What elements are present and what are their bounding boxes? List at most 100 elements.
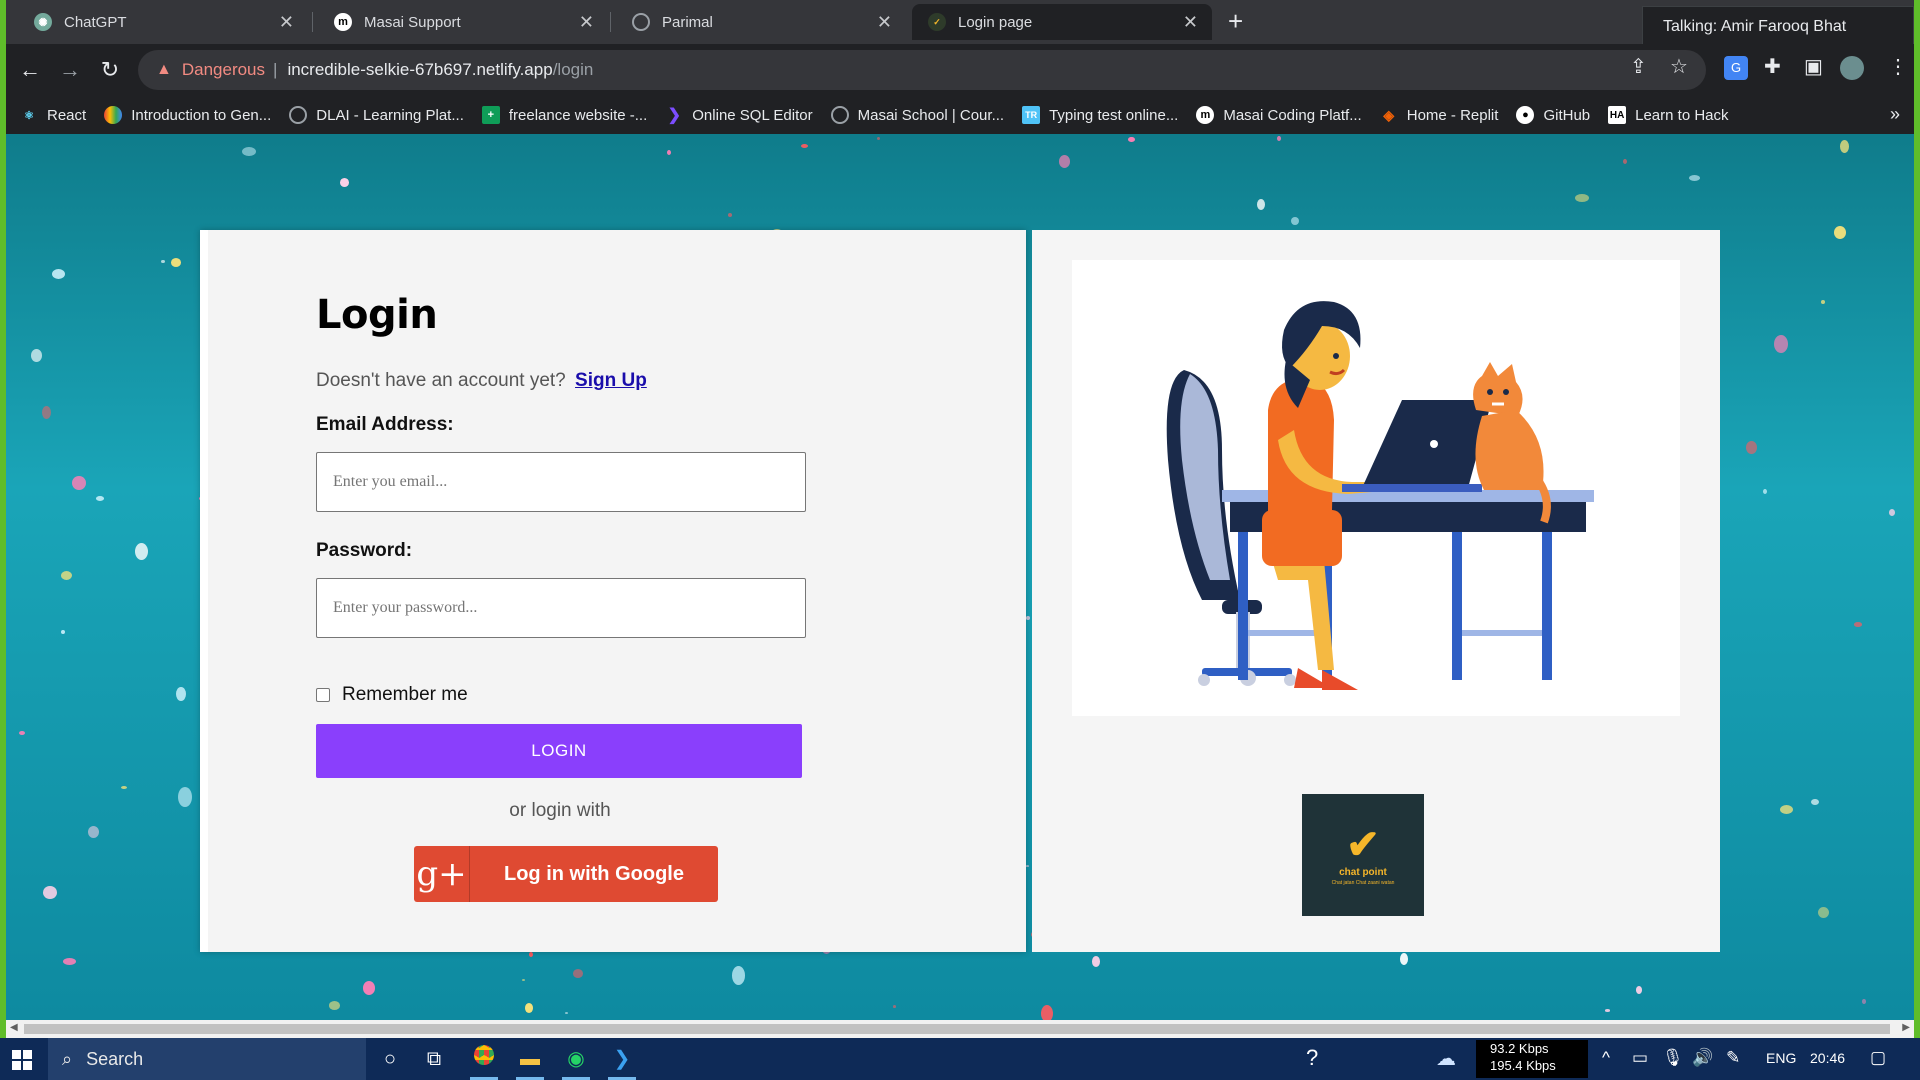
new-tab-button[interactable]: + bbox=[1228, 6, 1243, 36]
bookmark-label: Typing test online... bbox=[1049, 106, 1179, 124]
notifications-icon[interactable]: ▢ bbox=[1870, 1048, 1886, 1068]
chevron-up-icon[interactable]: ^ bbox=[1602, 1048, 1610, 1068]
or-login-with-text: or login with bbox=[509, 800, 611, 821]
cortana-icon[interactable]: ○ bbox=[372, 1044, 408, 1074]
typing-icon: TR bbox=[1022, 106, 1041, 124]
masai-icon: m bbox=[1196, 106, 1215, 124]
confetti-dot bbox=[573, 969, 583, 978]
windows-taskbar: ⌕ Search ○ ⧉ ▬ ◉ ❯ ? ☁ 93.2 Kbps 195.4 K… bbox=[0, 1038, 1920, 1080]
help-icon[interactable]: ? bbox=[1306, 1045, 1318, 1071]
bookmark-github[interactable]: ● GitHub bbox=[1516, 106, 1590, 124]
close-tab-icon[interactable]: ✕ bbox=[579, 12, 594, 33]
confetti-dot bbox=[1811, 799, 1819, 806]
close-tab-icon[interactable]: ✕ bbox=[279, 12, 294, 33]
illustration-svg bbox=[1166, 301, 1594, 690]
bookmark-learn-to-hack[interactable]: HA Learn to Hack bbox=[1608, 106, 1729, 124]
windows-start-icon[interactable] bbox=[12, 1050, 32, 1070]
back-icon[interactable]: ← bbox=[16, 56, 44, 84]
confetti-dot bbox=[52, 269, 65, 279]
confetti-dot bbox=[242, 147, 256, 157]
confetti-dot bbox=[1257, 199, 1265, 211]
whatsapp-icon[interactable]: ◉ bbox=[558, 1044, 594, 1080]
bookmark-intro-gen[interactable]: Introduction to Gen... bbox=[104, 106, 271, 124]
google-login-button[interactable]: g+ Log in with Google bbox=[414, 846, 718, 902]
bookmark-freelance[interactable]: + freelance website -... bbox=[481, 106, 647, 124]
confetti-dot bbox=[1862, 999, 1866, 1004]
side-panel-icon[interactable]: ▣ bbox=[1804, 54, 1823, 79]
github-icon: ● bbox=[1516, 106, 1535, 124]
forward-icon[interactable]: → bbox=[56, 56, 84, 84]
vscode-icon[interactable]: ❯ bbox=[604, 1044, 640, 1080]
confetti-dot bbox=[1854, 622, 1862, 627]
confetti-dot bbox=[1834, 226, 1846, 239]
battery-icon[interactable]: ▭ bbox=[1632, 1048, 1648, 1068]
bookmark-dlai[interactable]: DLAI - Learning Plat... bbox=[289, 106, 464, 124]
bookmark-typing-test[interactable]: TR Typing test online... bbox=[1022, 106, 1178, 124]
warning-icon[interactable]: ▲ bbox=[156, 61, 172, 79]
plus-sheet-icon: + bbox=[481, 106, 500, 124]
tab-login-page[interactable]: ✓ Login page ✕ bbox=[912, 4, 1212, 40]
login-card: Login Doesn't have an account yet? Sign … bbox=[200, 230, 1026, 952]
taskbar-search[interactable]: ⌕ Search bbox=[48, 1038, 366, 1080]
brand-tagline: Chat jatan Chat zaani watan bbox=[1331, 879, 1395, 886]
confetti-dot bbox=[1277, 136, 1281, 142]
email-field[interactable] bbox=[316, 452, 806, 512]
tab-parimal[interactable]: Parimal ✕ bbox=[616, 4, 906, 40]
file-explorer-icon[interactable]: ▬ bbox=[512, 1044, 548, 1080]
scroll-left-icon[interactable]: ◀ bbox=[10, 1022, 18, 1033]
confetti-dot bbox=[176, 687, 186, 702]
confetti-dot bbox=[31, 349, 42, 363]
replit-icon: ◈ bbox=[1383, 106, 1395, 123]
tab-title: Parimal bbox=[662, 13, 713, 31]
confetti-dot bbox=[329, 1001, 340, 1010]
scroll-right-icon[interactable]: ▶ bbox=[1902, 1022, 1910, 1033]
extensions-icon[interactable]: ✚ bbox=[1764, 54, 1781, 79]
microphone-icon[interactable]: 🎙 bbox=[1662, 1048, 1684, 1068]
globe-icon bbox=[632, 13, 650, 31]
horizontal-scrollbar[interactable]: ◀ ▶ bbox=[6, 1020, 1914, 1038]
scrollbar-thumb[interactable] bbox=[24, 1024, 1890, 1034]
security-status[interactable]: Dangerous bbox=[182, 60, 265, 80]
task-view-icon[interactable]: ⧉ bbox=[416, 1044, 452, 1074]
confetti-dot bbox=[363, 981, 375, 995]
reload-icon[interactable]: ↻ bbox=[96, 56, 124, 84]
avatar[interactable] bbox=[1840, 56, 1864, 80]
bookmark-react[interactable]: ⚛ React bbox=[20, 106, 86, 124]
login-button[interactable]: LOGIN bbox=[316, 724, 802, 778]
bookmark-label: Learn to Hack bbox=[1635, 106, 1729, 124]
signup-link[interactable]: Sign Up bbox=[575, 370, 647, 391]
menu-icon[interactable]: ⋮ bbox=[1888, 54, 1908, 79]
share-icon[interactable]: ⇪ bbox=[1630, 54, 1647, 79]
clock[interactable]: 20:46 bbox=[1810, 1050, 1845, 1066]
confetti-dot bbox=[1128, 137, 1135, 143]
close-tab-icon[interactable]: ✕ bbox=[877, 12, 892, 33]
bookmark-masai-coding[interactable]: m Masai Coding Platf... bbox=[1196, 106, 1362, 124]
google-login-label: Log in with Google bbox=[504, 862, 684, 885]
password-field[interactable] bbox=[316, 578, 806, 638]
bookmark-masai-school[interactable]: Masai School | Cour... bbox=[830, 106, 1004, 124]
chat-point-logo: ✔ chat point Chat jatan Chat zaani watan bbox=[1302, 794, 1424, 916]
confetti-dot bbox=[1763, 489, 1767, 495]
confetti-dot bbox=[1400, 953, 1408, 965]
bookmark-star-icon[interactable]: ☆ bbox=[1670, 54, 1688, 79]
bookmark-label: Introduction to Gen... bbox=[131, 106, 272, 124]
bookmark-replit[interactable]: ◈ Home - Replit bbox=[1380, 106, 1498, 124]
remember-me-checkbox[interactable] bbox=[316, 688, 330, 702]
language-indicator[interactable]: ENG bbox=[1766, 1050, 1796, 1066]
address-bar[interactable]: ▲ Dangerous | incredible-selkie-67b697.n… bbox=[138, 50, 1706, 90]
close-tab-icon[interactable]: ✕ bbox=[1183, 12, 1198, 33]
translate-icon[interactable]: G bbox=[1724, 56, 1748, 80]
tab-title: Masai Support bbox=[364, 13, 461, 31]
download-speed: 93.2 Kbps bbox=[1490, 1041, 1549, 1056]
tab-masai-support[interactable]: m Masai Support ✕ bbox=[318, 4, 608, 40]
pen-icon[interactable]: ✎ bbox=[1726, 1048, 1740, 1068]
tab-chatgpt[interactable]: ✺ ChatGPT ✕ bbox=[18, 4, 308, 40]
volume-icon[interactable]: 🔊 bbox=[1692, 1048, 1713, 1068]
confetti-dot bbox=[178, 787, 192, 808]
confetti-dot bbox=[1041, 1005, 1053, 1020]
chrome-taskbar-icon[interactable] bbox=[466, 1044, 502, 1080]
bookmark-sql-editor[interactable]: ❯ Online SQL Editor bbox=[665, 106, 813, 125]
onedrive-icon[interactable]: ☁ bbox=[1436, 1046, 1456, 1071]
confetti-dot bbox=[19, 731, 25, 736]
more-bookmarks-icon[interactable]: » bbox=[1890, 104, 1900, 125]
